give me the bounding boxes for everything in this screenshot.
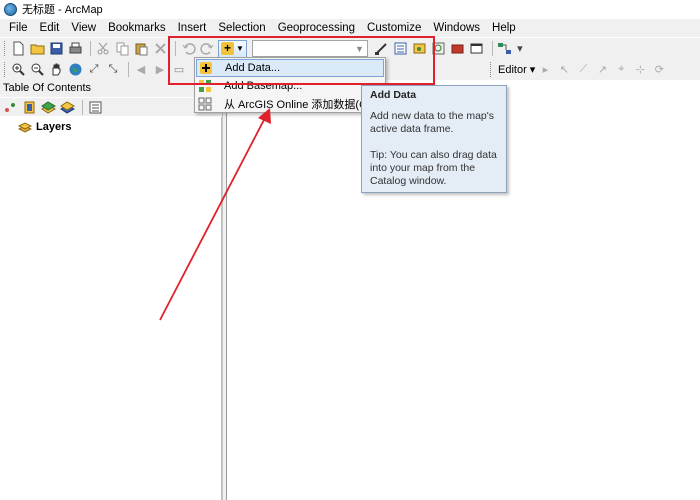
toolbar-grip[interactable] <box>4 41 7 56</box>
list-by-visibility-icon[interactable] <box>40 99 56 115</box>
zoom-in-icon[interactable] <box>10 62 26 78</box>
zoom-out-icon[interactable] <box>29 62 45 78</box>
toolbar-separator <box>90 41 91 56</box>
tooltip-body: Add new data to the map's active data fr… <box>370 110 495 135</box>
menu-windows[interactable]: Windows <box>427 19 486 37</box>
menu-file[interactable]: File <box>3 19 34 37</box>
layers-data-frame[interactable]: Layers <box>18 121 71 133</box>
toc-body <box>0 117 222 500</box>
full-extent-globe-icon[interactable] <box>67 62 83 78</box>
menu-geoprocessing[interactable]: Geoprocessing <box>272 19 361 37</box>
cut-polygons-icon[interactable]: ⊹ <box>632 62 648 78</box>
menu-edit[interactable]: Edit <box>34 19 66 37</box>
editor-toolbar: Editor ▾ ▸ ↖ ⟋ ↗ ⌖ ⊹ ⟳ <box>488 59 700 80</box>
menu-view[interactable]: View <box>65 19 102 37</box>
arctoolbox-icon[interactable] <box>450 41 466 57</box>
menu-item-label: 从 ArcGIS Online 添加数据(O)... <box>224 99 381 111</box>
layers-label: Layers <box>36 121 72 133</box>
editor-menu[interactable]: Editor ▾ <box>498 63 535 76</box>
toc-toolbar <box>0 98 226 116</box>
split-tool-icon[interactable]: ⌖ <box>613 62 629 78</box>
toolbar-grip[interactable] <box>4 62 7 77</box>
print-icon[interactable] <box>67 41 83 57</box>
save-icon[interactable] <box>48 41 64 57</box>
rotate-tool-icon[interactable]: ⟳ <box>651 62 667 78</box>
forward-extent-icon[interactable]: ▶ <box>152 62 168 78</box>
tooltip-title: Add Data <box>370 89 417 101</box>
toolbar-options-icon[interactable]: ▾ <box>516 41 524 57</box>
annotation-highlight-box <box>168 36 435 85</box>
arcgis-online-icon <box>196 97 214 111</box>
menu-bookmarks[interactable]: Bookmarks <box>102 19 172 37</box>
menu-insert[interactable]: Insert <box>172 19 213 37</box>
open-folder-icon[interactable] <box>29 41 45 57</box>
delete-icon[interactable] <box>152 41 168 57</box>
straight-segment-icon[interactable]: ⟋ <box>575 62 591 78</box>
menu-customize[interactable]: Customize <box>361 19 427 37</box>
toolbar-separator <box>82 99 83 115</box>
model-builder-icon[interactable] <box>497 41 513 57</box>
fixed-zoom-out-icon[interactable]: ⤡ <box>105 62 121 78</box>
menu-item-add-from-arcgis-online[interactable]: 从 ArcGIS Online 添加数据(O)... <box>196 95 384 113</box>
menu-bar: File Edit View Bookmarks Insert Selectio… <box>0 19 700 37</box>
list-by-selection-icon[interactable] <box>59 99 75 115</box>
toolbar-separator <box>491 41 493 56</box>
menu-help[interactable]: Help <box>486 19 522 37</box>
toc-options-icon[interactable] <box>87 99 103 115</box>
title-bar: 无标题 - ArcMap <box>0 0 700 18</box>
list-by-source-icon[interactable] <box>21 99 37 115</box>
edit-tool-icon[interactable]: ▸ <box>537 62 553 78</box>
window-title: 无标题 - ArcMap <box>22 4 103 16</box>
trace-icon[interactable]: ↗ <box>594 62 610 78</box>
arcmap-logo-icon <box>4 2 17 16</box>
pan-hand-icon[interactable] <box>48 62 64 78</box>
add-data-tooltip: Add Data Add new data to the map's activ… <box>361 85 507 193</box>
paste-icon[interactable] <box>133 41 149 57</box>
toolbar-grip[interactable] <box>490 62 493 77</box>
python-window-icon[interactable] <box>469 41 485 57</box>
copy-icon[interactable] <box>114 41 130 57</box>
layers-icon <box>18 122 32 133</box>
back-extent-icon[interactable]: ◀ <box>133 62 149 78</box>
cut-icon[interactable] <box>95 41 111 57</box>
tooltip-tip: Tip: You can also drag data into your ma… <box>370 149 497 187</box>
menu-selection[interactable]: Selection <box>212 19 271 37</box>
new-document-icon[interactable] <box>10 41 26 57</box>
list-by-drawing-order-icon[interactable] <box>2 99 18 115</box>
fixed-zoom-in-icon[interactable]: ⤢ <box>86 62 102 78</box>
edit-annotation-icon[interactable]: ↖ <box>556 62 572 78</box>
toolbar-separator <box>128 62 129 77</box>
